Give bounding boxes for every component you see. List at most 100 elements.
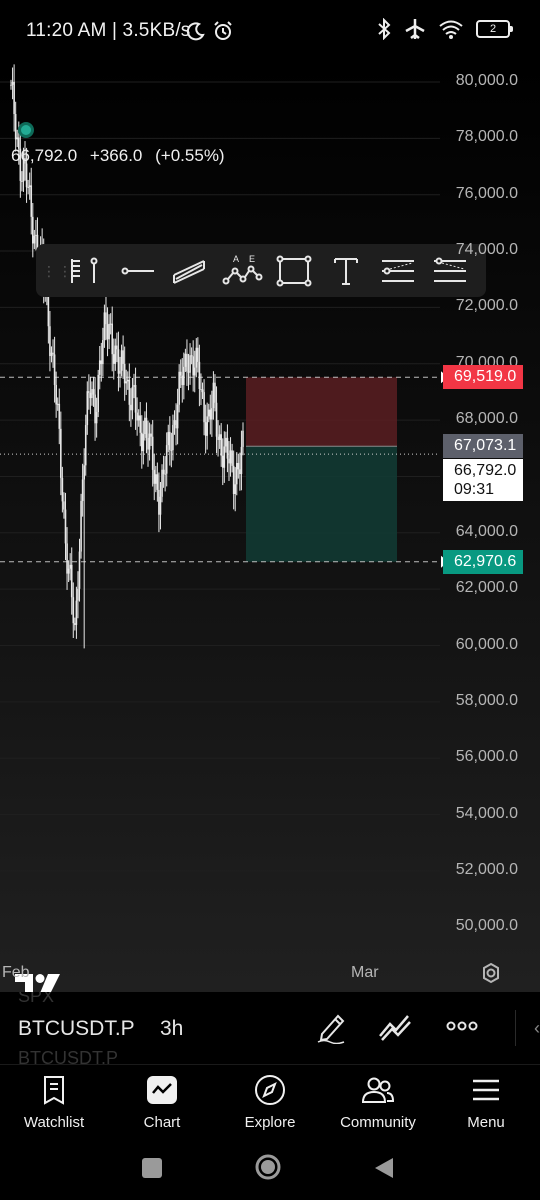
alarm-icon xyxy=(214,21,232,40)
candle-body xyxy=(122,350,124,364)
target-price-tag: 62,970.6 xyxy=(443,549,523,574)
recents-icon[interactable] xyxy=(141,1157,163,1179)
chart-settings-icon[interactable] xyxy=(480,962,502,984)
flag-line-tool[interactable] xyxy=(60,249,112,293)
symbol-bar: SPX BTCUSDT.P 3h BTCUSDT.P ‹ xyxy=(0,992,540,1064)
next-symbol[interactable]: BTCUSDT.P xyxy=(18,1048,118,1064)
candle-body xyxy=(165,445,168,474)
svg-text:A: A xyxy=(233,255,239,264)
last-price-tag-value: 66,792.0 xyxy=(454,462,517,480)
candle-body xyxy=(117,349,120,374)
drawing-pen-icon[interactable] xyxy=(316,1012,346,1044)
candle-body xyxy=(187,371,190,373)
home-icon[interactable] xyxy=(254,1153,282,1181)
candle-body xyxy=(49,326,51,357)
y-axis-tick-label: 80,000.0 xyxy=(455,72,518,89)
nav-explore[interactable]: Explore xyxy=(216,1065,324,1134)
interval-selector[interactable]: 3h xyxy=(160,1017,183,1041)
candle-body xyxy=(111,323,114,355)
y-axis-tick-label: 76,000.0 xyxy=(455,184,518,202)
candle-body xyxy=(109,323,112,325)
candle-body xyxy=(30,185,33,217)
candle-body xyxy=(55,384,57,405)
take-profit-zone xyxy=(246,446,397,562)
candle-body xyxy=(207,409,210,417)
y-axis-tick-label: 50,000.0 xyxy=(455,917,518,935)
candle-body xyxy=(195,347,198,368)
horizontal-line-tool[interactable] xyxy=(112,249,164,293)
candle-body xyxy=(155,474,157,484)
candle-body xyxy=(183,366,185,386)
more-options-icon[interactable] xyxy=(446,1018,478,1034)
candle-body xyxy=(209,409,212,420)
pattern-tool[interactable]: A E xyxy=(216,249,268,293)
candle-body xyxy=(214,382,216,403)
menu-icon xyxy=(473,1079,499,1101)
y-axis-tick-label: 60,000.0 xyxy=(455,635,518,653)
channel-tool[interactable] xyxy=(164,249,216,293)
back-icon[interactable] xyxy=(373,1156,395,1180)
status-bar: 11:20 AM | 3.5KB/s 2 xyxy=(0,0,540,62)
x-axis-label-feb: Feb xyxy=(2,964,30,981)
symbol-selector[interactable]: BTCUSDT.P xyxy=(18,1017,135,1041)
candle-body xyxy=(239,469,241,475)
candle-body xyxy=(186,353,188,372)
svg-text:E: E xyxy=(249,255,255,264)
short-position-icon xyxy=(434,257,466,282)
candle-body xyxy=(169,431,171,450)
nav-watchlist[interactable]: Watchlist xyxy=(0,1065,108,1134)
drawing-toolbar: ⋮⋮ A E xyxy=(36,244,486,297)
price-change-pct: (+0.55%) xyxy=(155,146,225,165)
candle-body xyxy=(16,137,19,140)
rectangle-tool[interactable] xyxy=(268,249,320,293)
candle-body xyxy=(31,216,34,244)
candle-body xyxy=(229,450,232,464)
candle-body xyxy=(130,404,132,411)
y-axis-tick-label: 58,000.0 xyxy=(455,691,518,709)
candle-body xyxy=(242,430,244,447)
live-indicator xyxy=(18,122,34,138)
long-position-tool[interactable] xyxy=(372,249,424,293)
rectangle-icon xyxy=(276,255,312,286)
indicators-icon[interactable] xyxy=(378,1012,412,1044)
chart-area[interactable]: 66,792.0 +366.0 (+0.55%) ⋮⋮ A E 80,000.0… xyxy=(0,62,540,992)
candle-body xyxy=(167,431,170,446)
candle-body xyxy=(192,356,194,376)
y-axis-tick-label: 56,000.0 xyxy=(455,748,518,766)
y-axis-tick-label: 52,000.0 xyxy=(455,860,518,878)
candle-body xyxy=(189,355,191,373)
candle-body xyxy=(231,450,233,466)
candle-body xyxy=(77,588,79,601)
status-time: 11:20 AM | 3.5KB/s xyxy=(26,20,191,41)
candle-body xyxy=(201,389,204,393)
candle-body xyxy=(89,392,92,399)
collapse-chevron-icon[interactable]: ‹ xyxy=(515,1010,540,1046)
candle-body xyxy=(126,379,129,382)
nav-chart[interactable]: Chart xyxy=(108,1065,216,1134)
pattern-icon: A E xyxy=(222,255,263,284)
candle-body xyxy=(212,382,215,409)
nav-label-watchlist: Watchlist xyxy=(23,1114,85,1131)
grip-handle[interactable]: ⋮⋮ xyxy=(42,264,72,278)
candle-body xyxy=(72,597,75,624)
candle-body xyxy=(106,324,109,340)
nav-menu[interactable]: Menu xyxy=(432,1065,540,1134)
candle-body xyxy=(217,436,219,440)
candle-body xyxy=(75,600,78,625)
candle-body xyxy=(198,361,201,390)
nav-community[interactable]: Community xyxy=(324,1065,432,1134)
y-axis-tick-label: 62,000.0 xyxy=(455,579,518,597)
candle-body xyxy=(13,81,15,115)
candle-body xyxy=(159,496,162,515)
previous-symbol[interactable]: SPX xyxy=(18,992,54,1007)
candle-body xyxy=(95,412,98,424)
candle-body xyxy=(161,469,163,497)
text-tool[interactable] xyxy=(320,249,372,293)
candle-body xyxy=(114,345,117,364)
price-change: +366.0 xyxy=(89,146,143,165)
candle-body xyxy=(190,355,193,357)
candle-body xyxy=(14,114,17,140)
candle-body xyxy=(200,389,202,391)
candle-body xyxy=(61,477,64,502)
candle-body xyxy=(120,350,123,371)
